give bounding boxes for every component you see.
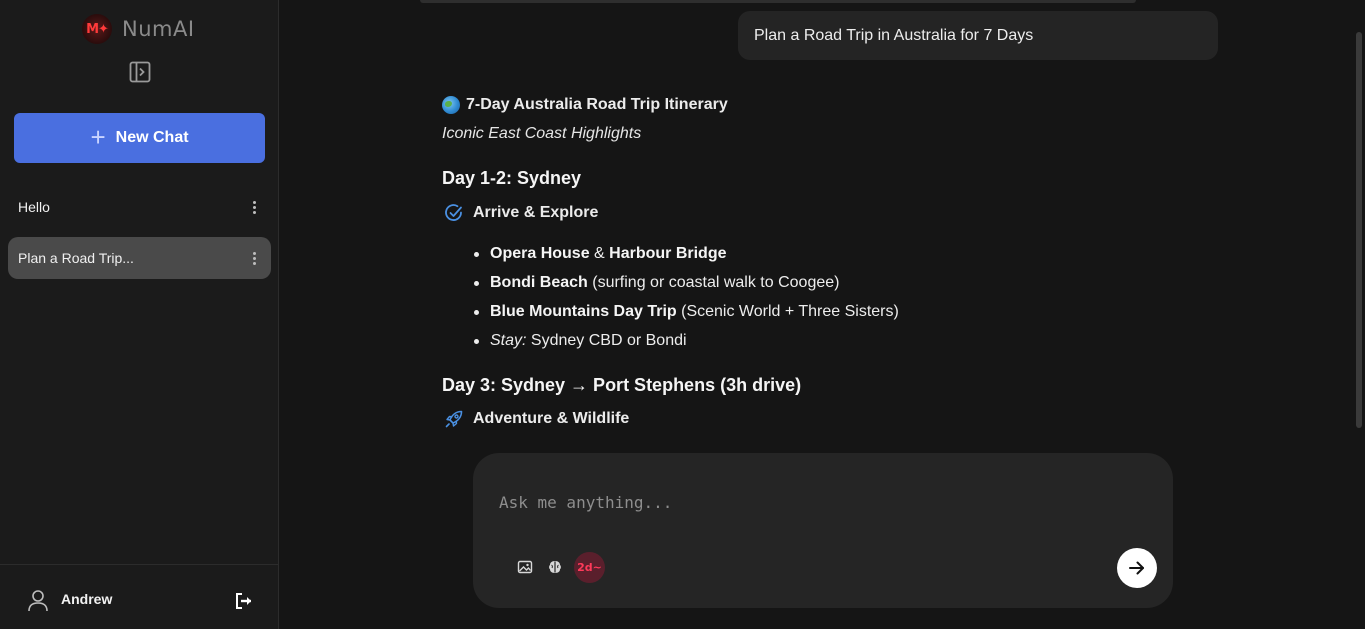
more-options-icon[interactable] xyxy=(251,251,257,265)
brand-name: NumAI xyxy=(122,17,195,41)
more-options-icon[interactable] xyxy=(251,200,257,214)
message-input[interactable] xyxy=(499,489,1099,515)
chat-item-label: Hello xyxy=(18,199,50,215)
response-title-text: 7-Day Australia Road Trip Itinerary xyxy=(466,96,728,113)
day-heading: Day 3: Sydney → Port Stephens (3h drive) xyxy=(442,375,802,395)
chat-item-hello[interactable]: Hello xyxy=(8,186,271,228)
globe-icon xyxy=(442,96,460,114)
day-heading: Day 1-2: Sydney xyxy=(442,168,582,188)
model-selector-button[interactable]: 2d~ xyxy=(574,552,605,583)
brand[interactable]: M✦ NumAI xyxy=(82,14,195,44)
send-button[interactable] xyxy=(1117,548,1157,588)
list-item: Stay: Sydney CBD or Bondi xyxy=(474,331,899,360)
message-composer: 2d~ xyxy=(473,453,1173,608)
image-icon xyxy=(517,560,533,574)
previous-content-edge xyxy=(420,0,1136,3)
section-heading-text: Adventure & Wildlife xyxy=(473,410,630,427)
chat-item-road-trip[interactable]: Plan a Road Trip... xyxy=(8,237,271,279)
user-message-bubble: Plan a Road Trip in Australia for 7 Days xyxy=(738,11,1218,60)
chat-main: Plan a Road Trip in Australia for 7 Days… xyxy=(280,0,1365,629)
list-item: Opera House & Harbour Bridge xyxy=(474,244,899,273)
reasoning-button[interactable] xyxy=(545,557,565,577)
new-chat-button[interactable]: + New Chat xyxy=(14,113,265,163)
attach-image-button[interactable] xyxy=(515,557,535,577)
numai-logo-icon: M✦ xyxy=(82,14,112,44)
chat-item-label: Plan a Road Trip... xyxy=(18,250,134,266)
logout-icon[interactable] xyxy=(234,591,254,611)
list-item: Bondi Beach (surfing or coastal walk to … xyxy=(474,273,899,302)
sidebar: M✦ NumAI + New Chat Hello Plan a Road Tr… xyxy=(0,0,279,629)
user-icon[interactable] xyxy=(27,589,49,613)
response-title: 7-Day Australia Road Trip Itinerary xyxy=(442,96,728,114)
user-name: Andrew xyxy=(61,591,113,607)
user-message-text: Plan a Road Trip in Australia for 7 Days xyxy=(754,26,1034,44)
itinerary-list: Opera House & Harbour Bridge Bondi Beach… xyxy=(474,244,899,360)
sidebar-panel-icon xyxy=(129,61,151,83)
brain-icon xyxy=(549,561,561,573)
section-heading-text: Arrive & Explore xyxy=(473,204,599,221)
section-heading: Adventure & Wildlife xyxy=(444,409,629,429)
rocket-icon xyxy=(445,410,463,428)
section-heading: Arrive & Explore xyxy=(444,203,598,223)
plus-icon: + xyxy=(90,121,106,152)
scrollbar[interactable] xyxy=(1356,32,1362,428)
list-item: Blue Mountains Day Trip (Scenic World + … xyxy=(474,302,899,331)
new-chat-label: New Chat xyxy=(115,129,189,146)
user-bar: Andrew xyxy=(0,564,279,629)
arrow-right-icon xyxy=(1129,561,1144,575)
sidebar-toggle-button[interactable] xyxy=(128,60,152,84)
check-circle-icon xyxy=(445,204,462,221)
response-subtitle: Iconic East Coast Highlights xyxy=(442,125,642,142)
